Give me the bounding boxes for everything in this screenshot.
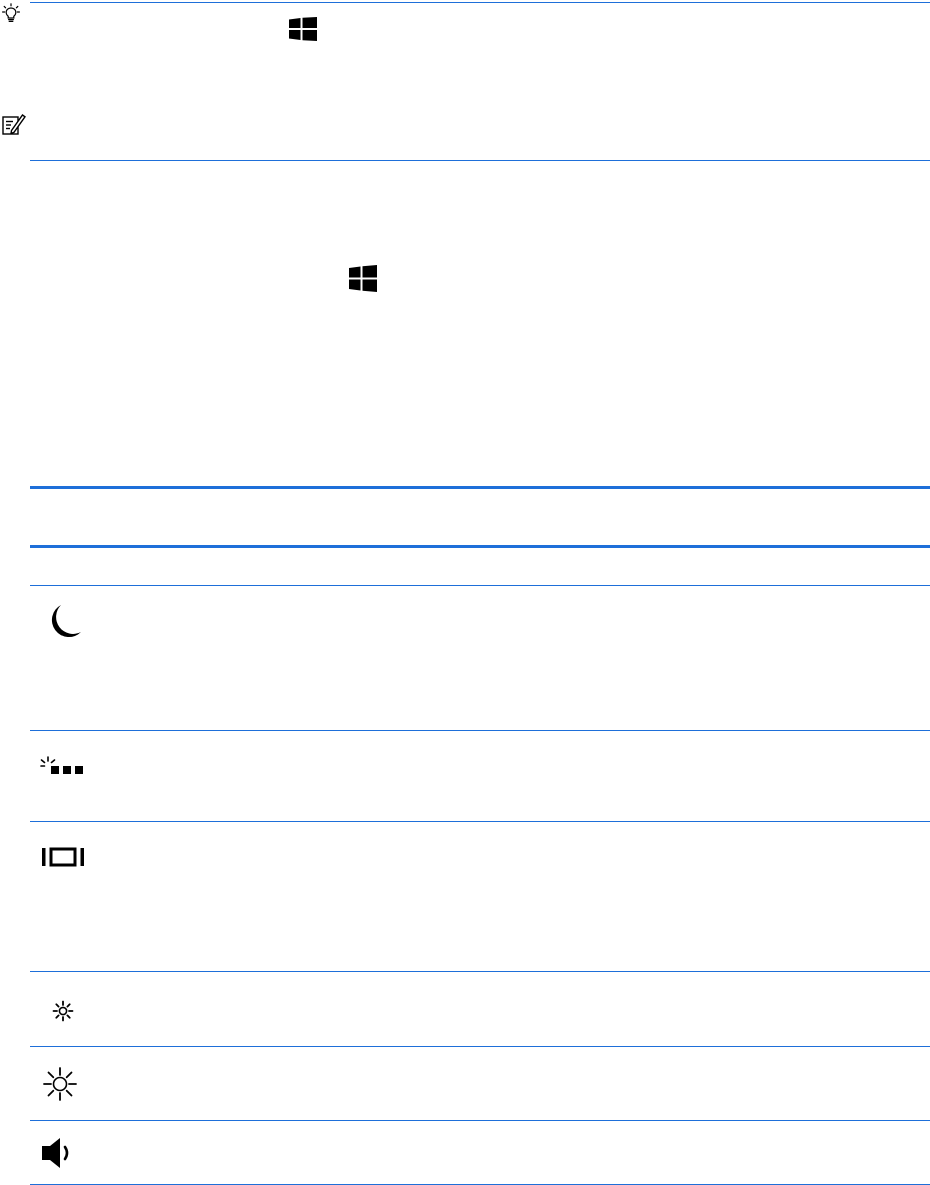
windows-logo-icon	[349, 265, 377, 292]
brightness-down-icon	[52, 1000, 74, 1022]
lightbulb-icon	[2, 3, 20, 23]
table-row-divider	[30, 1120, 930, 1121]
brightness-up-icon	[43, 1067, 77, 1101]
table-row-divider	[30, 585, 930, 586]
tip-top-rule	[30, 2, 930, 3]
volume-speaker-icon	[41, 1137, 75, 1169]
sleep-moon-icon	[44, 603, 84, 641]
switch-display-icon	[40, 846, 86, 868]
table-row-divider	[30, 821, 930, 822]
table-row-divider	[30, 1046, 930, 1047]
tip-bottom-rule	[30, 160, 930, 161]
note-icon	[2, 113, 26, 135]
keyboard-backlight-icon	[40, 756, 90, 778]
table-top-rule	[30, 486, 930, 489]
table-row-divider	[30, 971, 930, 972]
table-row-divider	[30, 730, 930, 731]
table-header-rule	[30, 545, 930, 548]
windows-logo-icon	[289, 17, 317, 41]
